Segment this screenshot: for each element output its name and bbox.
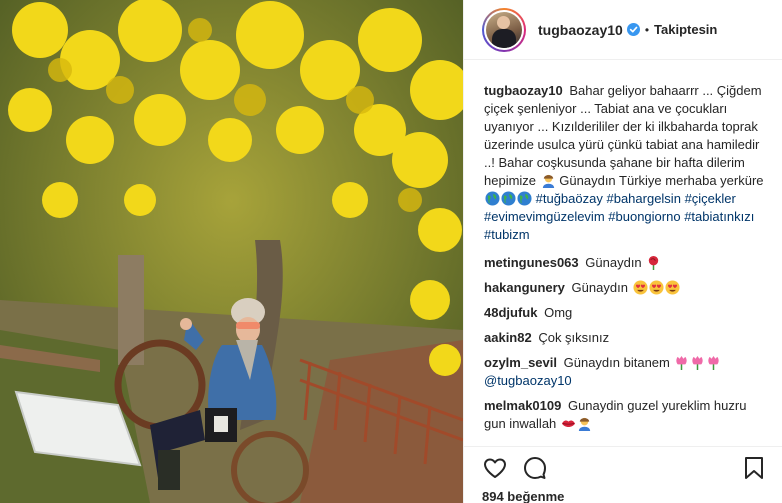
comment-text: Günaydın xyxy=(585,255,642,270)
globe-emoji xyxy=(501,191,516,206)
comment-item: metingunes063 Günaydın xyxy=(484,254,765,272)
comment-text: Günaydın bitanem xyxy=(563,355,670,370)
comment-item: aakin82 Çok şıksınız xyxy=(484,329,765,347)
comment-username[interactable]: melmak0109 xyxy=(484,398,561,413)
comment-item: ozylm_sevil Günaydın bitanem @tugbaozay1… xyxy=(484,354,765,390)
comment-bubble-icon xyxy=(524,457,546,479)
rose-emoji xyxy=(649,255,659,270)
mention-link[interactable]: @tugbaozay10 xyxy=(484,373,572,388)
tulip-emoji xyxy=(676,355,688,370)
caption-text-end: Günaydın Türkiye merhaba yerküre xyxy=(559,173,764,188)
comment-username[interactable]: hakangunery xyxy=(484,280,565,295)
avatar xyxy=(486,11,522,48)
hashtag-link[interactable]: #buongiorno xyxy=(608,209,680,224)
comment-username[interactable]: metingunes063 xyxy=(484,255,579,270)
comment-item: hakangunery Günaydın xyxy=(484,279,765,297)
heart-eyes-emoji xyxy=(633,280,648,295)
caption-username[interactable]: tugbaozay10 xyxy=(484,83,563,98)
post-photo[interactable] xyxy=(0,0,463,503)
post-dialog: tugbaozay10 • Takiptesin tugbaozay10 Bah… xyxy=(0,0,782,503)
comment-text: Omg xyxy=(544,305,573,320)
hashtag-link[interactable]: #bahargelsin xyxy=(606,191,680,206)
caption: tugbaozay10 Bahar geliyor bahaarrr ... Ç… xyxy=(484,82,765,244)
verified-badge-icon xyxy=(626,23,640,36)
post-header: tugbaozay10 • Takiptesin xyxy=(464,0,782,60)
post-actions: 894 beğenme xyxy=(464,446,782,503)
woman-emoji xyxy=(542,174,554,188)
bookmark-icon xyxy=(745,457,763,479)
likes-count[interactable]: 894 beğenme xyxy=(482,489,767,503)
comment-item: 48djufuk Omg xyxy=(484,304,765,322)
author-username[interactable]: tugbaozay10 xyxy=(538,22,623,38)
comment-username[interactable]: ozylm_sevil xyxy=(484,355,557,370)
hashtag-link[interactable]: #çiçekler xyxy=(685,191,736,206)
comment-username[interactable]: aakin82 xyxy=(484,330,532,345)
hashtag-link[interactable]: #evimevimgüzelevim xyxy=(484,209,605,224)
save-button[interactable] xyxy=(741,455,767,481)
like-button[interactable] xyxy=(482,455,508,481)
globe-emoji xyxy=(485,191,500,206)
woman-emoji xyxy=(578,417,591,431)
comment-item: melmak0109 Gunaydin guzel yureklim huzru… xyxy=(484,397,765,433)
photo-illustration xyxy=(0,0,463,503)
hashtag-link[interactable]: #tubizm xyxy=(484,227,530,242)
kiss-lips-emoji xyxy=(561,420,575,428)
hashtag-link[interactable]: #tuğbaözay xyxy=(536,191,603,206)
separator-dot: • xyxy=(644,22,650,37)
heart-eyes-emoji xyxy=(665,280,680,295)
comment-text: Günaydın xyxy=(571,280,628,295)
tulip-emoji xyxy=(708,355,720,370)
comment-text: Çok şıksınız xyxy=(538,330,610,345)
hashtag-link[interactable]: #tabiatınkızı xyxy=(684,209,754,224)
post-side-panel: tugbaozay10 • Takiptesin tugbaozay10 Bah… xyxy=(463,0,782,503)
author-avatar-ring[interactable] xyxy=(482,7,526,52)
comment-username[interactable]: 48djufuk xyxy=(484,305,537,320)
comment-button[interactable] xyxy=(522,455,548,481)
heart-eyes-emoji xyxy=(649,280,664,295)
tulip-emoji xyxy=(692,355,704,370)
globe-emoji xyxy=(517,191,532,206)
heart-icon xyxy=(484,458,506,478)
comments-list[interactable]: tugbaozay10 Bahar geliyor bahaarrr ... Ç… xyxy=(464,62,782,446)
follow-status-button[interactable]: Takiptesin xyxy=(654,22,717,37)
